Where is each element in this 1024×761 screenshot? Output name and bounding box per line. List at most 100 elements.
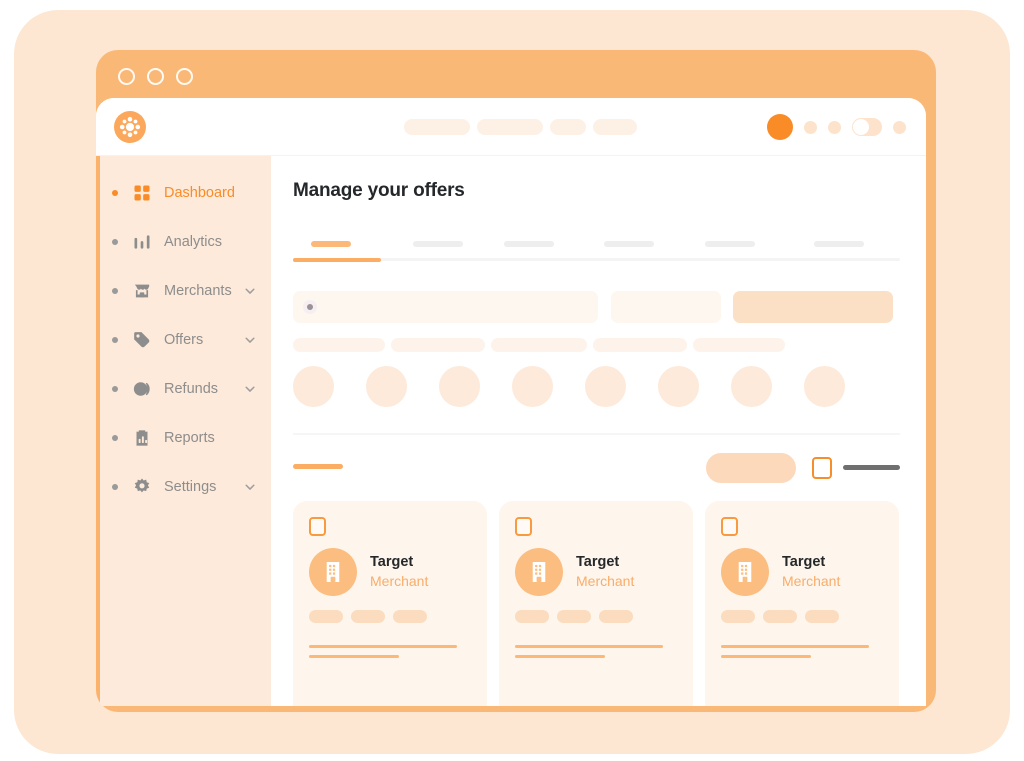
theme-toggle[interactable] — [852, 118, 882, 136]
page-title: Manage your offers — [293, 180, 465, 201]
sidebar-item-refunds[interactable]: Refunds — [100, 364, 275, 413]
primary-filter-button[interactable] — [733, 291, 893, 323]
topbar-nav-placeholder-3[interactable] — [550, 119, 586, 135]
merchant-card[interactable]: Target Merchant — [705, 501, 899, 706]
filter-chip-3[interactable] — [491, 338, 587, 352]
filter-chip-2[interactable] — [391, 338, 485, 352]
category-avatar-4[interactable] — [512, 366, 553, 407]
card-detail-line-1 — [515, 645, 663, 648]
card-chip-row — [721, 610, 883, 623]
card-chip-1[interactable] — [721, 610, 755, 623]
topbar-nav-placeholder-1[interactable] — [404, 119, 470, 135]
sidebar-bullet-icon — [112, 434, 118, 441]
sidebar-item-merchants[interactable]: Merchants — [100, 266, 275, 315]
sidebar-item-offers[interactable]: Offers — [100, 315, 275, 364]
card-chip-2[interactable] — [351, 610, 385, 623]
toggle-knob — [853, 119, 869, 135]
topbar-actions — [767, 114, 906, 140]
sidebar-item-label: Refunds — [164, 380, 219, 397]
sidebar-item-label: Analytics — [164, 233, 223, 250]
category-avatar-6[interactable] — [658, 366, 699, 407]
topbar-nav-placeholders — [404, 119, 637, 135]
card-chip-3[interactable] — [805, 610, 839, 623]
clipboard-chart-icon — [131, 427, 153, 449]
sidebar-bullet-icon — [112, 238, 118, 245]
maximize-window-button[interactable] — [176, 68, 193, 85]
filter-chip-1[interactable] — [293, 338, 385, 352]
card-detail-lines — [721, 645, 883, 658]
card-detail-line-2 — [309, 655, 399, 658]
category-avatar-8[interactable] — [804, 366, 845, 407]
chip-row — [293, 338, 785, 352]
sidebar-item-analytics[interactable]: Analytics — [100, 217, 275, 266]
card-chip-row — [515, 610, 677, 623]
card-chip-3[interactable] — [599, 610, 633, 623]
sidebar-bullet-icon — [112, 189, 118, 196]
card-identity: Target Merchant — [721, 548, 883, 596]
tab-4[interactable] — [604, 241, 654, 247]
tab-1[interactable] — [311, 241, 351, 247]
chevron-down-icon[interactable] — [243, 382, 257, 396]
sidebar-item-reports[interactable]: Reports — [100, 413, 275, 462]
help-icon[interactable] — [828, 120, 841, 134]
category-avatar-2[interactable] — [366, 366, 407, 407]
overflow-menu-icon[interactable] — [893, 120, 906, 134]
card-text-block: Target Merchant — [576, 553, 634, 591]
card-identity: Target Merchant — [309, 548, 471, 596]
card-detail-lines — [515, 645, 677, 658]
refund-icon — [131, 378, 153, 400]
filter-chip-5[interactable] — [693, 338, 785, 352]
topbar-nav-placeholder-2[interactable] — [477, 119, 543, 135]
card-select-checkbox[interactable] — [721, 517, 738, 536]
card-subtitle: Merchant — [370, 572, 429, 589]
toolbar-action-button[interactable] — [706, 453, 796, 483]
toolbar-section-label — [293, 464, 343, 469]
category-avatar-1[interactable] — [293, 366, 334, 407]
avatar[interactable] — [767, 114, 793, 140]
card-chip-1[interactable] — [309, 610, 343, 623]
main-content: Manage your offers Target Merchant Targe… — [271, 156, 926, 706]
card-title: Target — [576, 553, 620, 570]
sidebar-bullet-icon — [112, 385, 118, 392]
tab-3[interactable] — [504, 241, 554, 247]
category-avatar-5[interactable] — [585, 366, 626, 407]
chevron-down-icon[interactable] — [243, 284, 257, 298]
category-avatar-3[interactable] — [439, 366, 480, 407]
grid-icon — [131, 182, 153, 204]
card-select-checkbox[interactable] — [309, 517, 326, 536]
sidebar-item-settings[interactable]: Settings — [100, 462, 275, 511]
tab-2[interactable] — [413, 241, 463, 247]
chevron-down-icon[interactable] — [243, 480, 257, 494]
filter-dropdown-button[interactable] — [611, 291, 721, 323]
sidebar-item-label: Merchants — [164, 282, 232, 299]
tab-underline-active — [293, 258, 381, 262]
tab-5[interactable] — [705, 241, 755, 247]
filter-chip-4[interactable] — [593, 338, 687, 352]
card-identity: Target Merchant — [515, 548, 677, 596]
minimize-window-button[interactable] — [147, 68, 164, 85]
card-chip-3[interactable] — [393, 610, 427, 623]
card-subtitle: Merchant — [576, 572, 635, 589]
category-avatar-7[interactable] — [731, 366, 772, 407]
card-chip-1[interactable] — [515, 610, 549, 623]
app-logo-icon[interactable] — [114, 111, 146, 143]
search-input[interactable] — [293, 291, 598, 323]
merchant-card[interactable]: Target Merchant — [293, 501, 487, 706]
card-select-checkbox[interactable] — [515, 517, 532, 536]
select-all-checkbox[interactable] — [812, 457, 832, 479]
chevron-down-icon[interactable] — [243, 333, 257, 347]
sidebar: Dashboard Analytics Merchants Offers Refunds… — [96, 156, 271, 706]
sidebar-item-dashboard[interactable]: Dashboard — [100, 168, 275, 217]
card-chip-2[interactable] — [557, 610, 591, 623]
filter-row — [293, 291, 900, 323]
building-icon — [721, 548, 769, 596]
topbar-nav-placeholder-4[interactable] — [593, 119, 637, 135]
merchant-card[interactable]: Target Merchant — [499, 501, 693, 706]
card-chip-2[interactable] — [763, 610, 797, 623]
tab-6[interactable] — [814, 241, 864, 247]
card-title: Target — [782, 553, 826, 570]
notification-icon[interactable] — [804, 120, 817, 134]
close-window-button[interactable] — [118, 68, 135, 85]
toolbar-row — [293, 451, 900, 489]
sidebar-bullet-icon — [112, 483, 118, 490]
